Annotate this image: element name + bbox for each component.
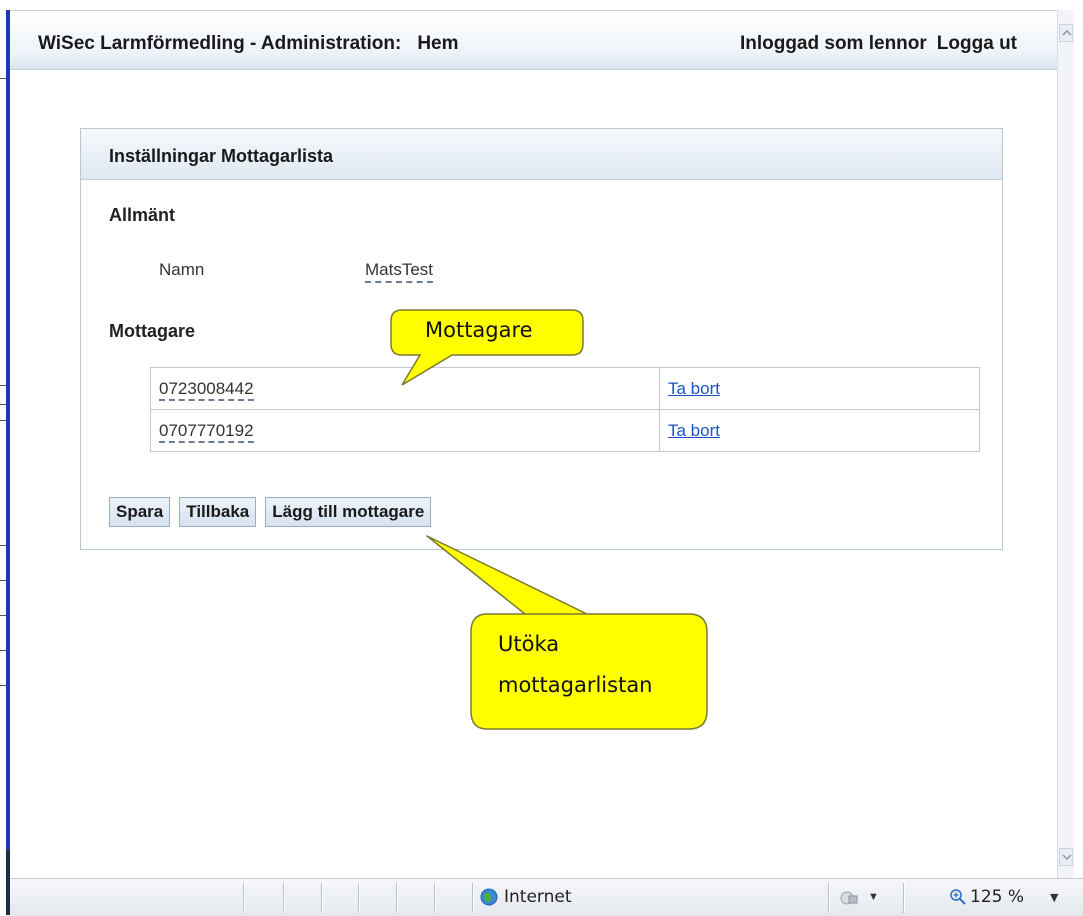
callout-shape bbox=[426, 535, 708, 730]
app-header: WiSec Larmförmedling - Administration: He… bbox=[10, 11, 1067, 70]
chevron-down-icon: ▼ bbox=[1050, 890, 1059, 904]
panel-button-row: Spara Tillbaka Lägg till mottagare bbox=[109, 497, 432, 527]
back-button[interactable]: Tillbaka bbox=[179, 497, 257, 527]
browser-viewport: WiSec Larmförmedling - Administration: He… bbox=[10, 10, 1067, 879]
browser-status-bar: Internet ▼ 125 % ▼ bbox=[10, 878, 1083, 916]
general-section-title: Allmänt bbox=[109, 205, 176, 225]
recipients-section-title: Mottagare bbox=[109, 321, 196, 341]
name-value-editable[interactable]: MatsTest bbox=[365, 260, 434, 283]
logout-link[interactable]: Logga ut bbox=[937, 33, 1017, 54]
scroll-up-button[interactable] bbox=[1059, 24, 1073, 42]
security-zone: Internet bbox=[480, 887, 572, 907]
chevron-up-icon bbox=[1062, 29, 1072, 36]
extend-callout-line2: mottagarlistan bbox=[498, 673, 653, 697]
table-row: 0707770192 Ta bort bbox=[150, 409, 980, 452]
add-recipient-button[interactable]: Lägg till mottagare bbox=[265, 497, 432, 527]
lock-icon bbox=[840, 891, 858, 905]
recipient-number-cell: 0707770192 bbox=[150, 409, 660, 452]
extend-callout-line1: Utöka bbox=[498, 632, 560, 656]
globe-icon bbox=[480, 888, 498, 906]
zoom-control[interactable]: 125 % ▼ bbox=[950, 887, 1058, 907]
zone-label: Internet bbox=[504, 887, 572, 907]
scroll-down-button[interactable] bbox=[1059, 848, 1073, 866]
chevron-down-icon: ▼ bbox=[868, 891, 879, 903]
name-label: Namn bbox=[159, 260, 205, 279]
recipient-action-cell: Ta bort bbox=[659, 409, 980, 452]
remove-recipient-link[interactable]: Ta bort bbox=[668, 421, 720, 440]
recipients-callout: Mottagare bbox=[390, 309, 590, 389]
recipient-action-cell: Ta bort bbox=[659, 367, 980, 410]
extend-list-callout: Utöka mottagarlistan bbox=[425, 531, 715, 736]
app-title: WiSec Larmförmedling - Administration: He… bbox=[38, 33, 459, 55]
panel-header: Inställningar Mottagarlista bbox=[81, 129, 1002, 180]
app-title-text: WiSec Larmförmedling - Administration: bbox=[38, 33, 402, 54]
recipient-number-editable[interactable]: 0707770192 bbox=[159, 420, 254, 443]
left-window-edge bbox=[0, 0, 10, 915]
chevron-down-icon bbox=[1062, 854, 1072, 861]
vertical-scrollbar[interactable] bbox=[1057, 10, 1074, 878]
zoom-level: 125 % bbox=[970, 887, 1025, 907]
protected-mode-icon[interactable]: ▼ bbox=[840, 888, 879, 906]
panel-title: Inställningar Mottagarlista bbox=[109, 146, 334, 166]
recipients-callout-text: Mottagare bbox=[425, 318, 533, 342]
save-button[interactable]: Spara bbox=[109, 497, 171, 527]
login-area: Inloggad som lennor Logga ut bbox=[740, 33, 1017, 55]
zoom-icon bbox=[950, 889, 966, 905]
home-link[interactable]: Hem bbox=[417, 33, 458, 54]
logged-in-text: Inloggad som lennor bbox=[739, 33, 927, 54]
recipient-number-editable[interactable]: 0723008442 bbox=[159, 378, 254, 401]
remove-recipient-link[interactable]: Ta bort bbox=[668, 379, 720, 398]
